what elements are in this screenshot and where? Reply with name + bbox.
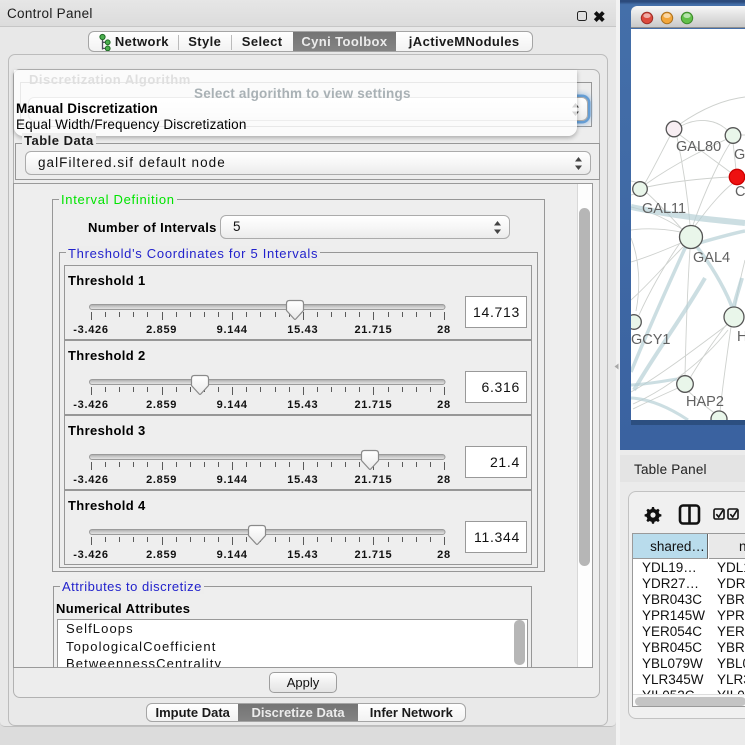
svg-text:C: C	[735, 184, 745, 200]
svg-text:GAL80: GAL80	[676, 139, 721, 155]
svg-text:HAP2: HAP2	[686, 394, 724, 410]
svg-text:H: H	[737, 329, 745, 345]
svg-text:GAL11: GAL11	[642, 201, 686, 217]
svg-text:G.: G.	[734, 147, 745, 163]
svg-text:GAL4: GAL4	[693, 250, 730, 266]
svg-text:GCY1: GCY1	[631, 332, 671, 348]
